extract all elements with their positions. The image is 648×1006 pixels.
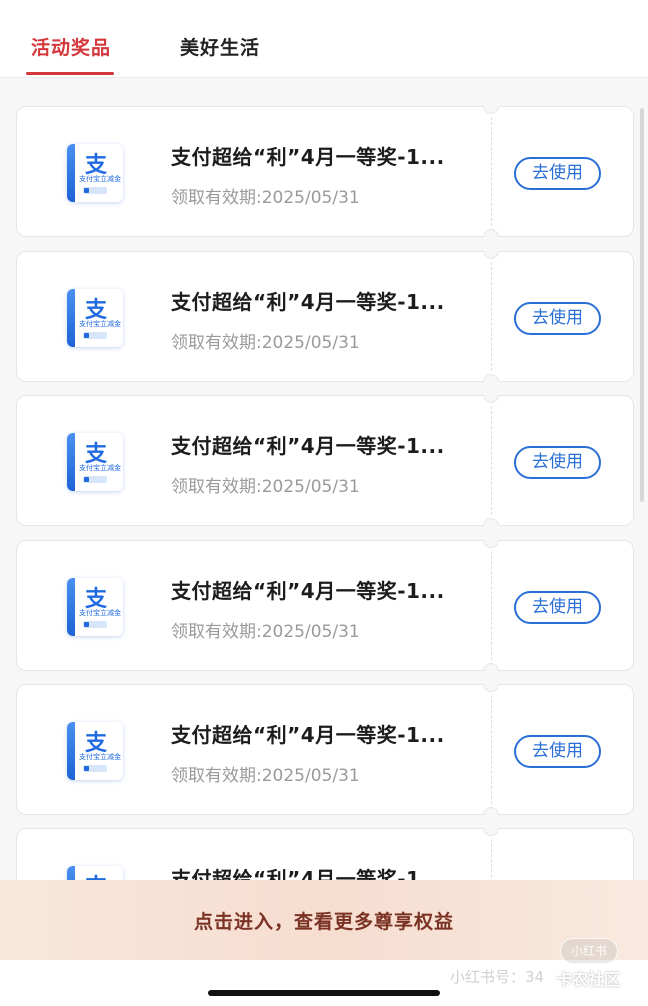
ticket-notch bbox=[483, 395, 499, 403]
alipay-coupon-icon: 支 支付宝立减金 bbox=[61, 718, 127, 784]
alipay-coupon-icon: 支 支付宝立减金 bbox=[61, 574, 127, 640]
alipay-coupon-label: 支付宝立减金 bbox=[79, 753, 121, 761]
ticket-notch bbox=[483, 518, 499, 526]
ticket-notch bbox=[483, 106, 499, 114]
coupon-expiry: 领取有效期:2025/05/31 bbox=[171, 477, 360, 497]
page: 活动奖品 美好生活 支 支付宝立减金 支付超给“利”4月一等奖-1... 领取有… bbox=[0, 0, 648, 1006]
alipay-coupon-label: 支付宝立减金 bbox=[79, 175, 121, 183]
dashed-divider bbox=[491, 406, 492, 515]
home-indicator-area bbox=[0, 960, 648, 1006]
dashed-divider bbox=[491, 117, 492, 226]
active-tab-indicator bbox=[26, 72, 114, 75]
coupon-title: 支付超给“利”4月一等奖-1... bbox=[171, 290, 445, 314]
dashed-divider bbox=[491, 262, 492, 371]
tab-activity-prizes[interactable]: 活动奖品 bbox=[31, 33, 111, 60]
coupon-title: 支付超给“利”4月一等奖-1... bbox=[171, 723, 445, 747]
use-coupon-button[interactable]: 去使用 bbox=[514, 446, 601, 479]
coupon-card[interactable]: 支 支付宝立减金 支付超给“利”4月一等奖-1... 领取有效期:2025/05… bbox=[16, 684, 634, 815]
coupon-title: 支付超给“利”4月一等奖-1... bbox=[171, 434, 445, 458]
watermark-site: 卡农社区 bbox=[556, 970, 621, 989]
watermark-id: 小红书号：34 bbox=[450, 968, 545, 986]
coupon-card[interactable]: 支 支付宝立减金 支付超给“利”4月一等奖-1... 领取有效期:2025/05… bbox=[16, 395, 634, 526]
coupon-card[interactable]: 支 支付宝立减金 支付超给“利”4月一等奖-1... 领取有效期:2025/05… bbox=[16, 540, 634, 671]
alipay-coupon-card: 支 支付宝立减金 bbox=[67, 578, 123, 636]
use-coupon-button[interactable]: 去使用 bbox=[514, 591, 601, 624]
coupon-card[interactable]: 支 支付宝立减金 支付超给“利”4月一等奖-1... 领取有效期:2025/05… bbox=[16, 251, 634, 382]
ticket-notch bbox=[483, 374, 499, 382]
dashed-divider bbox=[491, 695, 492, 804]
coupon-expiry: 领取有效期:2025/05/31 bbox=[171, 766, 360, 786]
alipay-coupon-label: 支付宝立减金 bbox=[79, 464, 121, 472]
ticket-notch bbox=[483, 684, 499, 692]
coupon-expiry: 领取有效期:2025/05/31 bbox=[171, 188, 360, 208]
alipay-mini-logo bbox=[83, 765, 107, 772]
watermark-badge: 小红书 bbox=[560, 938, 618, 964]
alipay-coupon-label: 支付宝立减金 bbox=[79, 320, 121, 328]
coupon-expiry: 领取有效期:2025/05/31 bbox=[171, 622, 360, 642]
alipay-coupon-icon: 支 支付宝立减金 bbox=[61, 429, 127, 495]
alipay-coupon-card: 支 支付宝立减金 bbox=[67, 433, 123, 491]
ticket-notch bbox=[483, 807, 499, 815]
coupon-title: 支付超给“利”4月一等奖-1... bbox=[171, 579, 445, 603]
alipay-mini-logo bbox=[83, 621, 107, 628]
coupon-expiry: 领取有效期:2025/05/31 bbox=[171, 333, 360, 353]
ticket-notch bbox=[483, 540, 499, 548]
scrollbar[interactable] bbox=[640, 108, 644, 502]
ticket-notch bbox=[483, 251, 499, 259]
alipay-mini-logo bbox=[83, 332, 107, 339]
alipay-mini-logo bbox=[83, 187, 107, 194]
ticket-notch bbox=[483, 828, 499, 836]
more-benefits-banner[interactable]: 点击进入，查看更多尊享权益 bbox=[0, 880, 648, 960]
coupon-card[interactable]: 支 支付宝立减金 支付超给“利”4月一等奖-1... 领取有效期:2025/05… bbox=[16, 106, 634, 237]
alipay-mini-logo bbox=[83, 476, 107, 483]
alipay-coupon-card: 支 支付宝立减金 bbox=[67, 722, 123, 780]
ticket-notch bbox=[483, 229, 499, 237]
banner-text: 点击进入，查看更多尊享权益 bbox=[193, 911, 454, 933]
coupon-title: 支付超给“利”4月一等奖-1... bbox=[171, 145, 445, 169]
use-coupon-button[interactable]: 去使用 bbox=[514, 735, 601, 768]
alipay-coupon-label: 支付宝立减金 bbox=[79, 609, 121, 617]
tab-bar: 活动奖品 美好生活 bbox=[0, 0, 648, 78]
dashed-divider bbox=[491, 551, 492, 660]
alipay-coupon-card: 支 支付宝立减金 bbox=[67, 144, 123, 202]
alipay-coupon-icon: 支 支付宝立减金 bbox=[61, 285, 127, 351]
home-indicator[interactable] bbox=[208, 990, 440, 996]
use-coupon-button[interactable]: 去使用 bbox=[514, 302, 601, 335]
alipay-coupon-card: 支 支付宝立减金 bbox=[67, 289, 123, 347]
use-coupon-button[interactable]: 去使用 bbox=[514, 157, 601, 190]
ticket-notch bbox=[483, 663, 499, 671]
alipay-coupon-icon: 支 支付宝立减金 bbox=[61, 140, 127, 206]
tab-good-life[interactable]: 美好生活 bbox=[180, 33, 260, 60]
